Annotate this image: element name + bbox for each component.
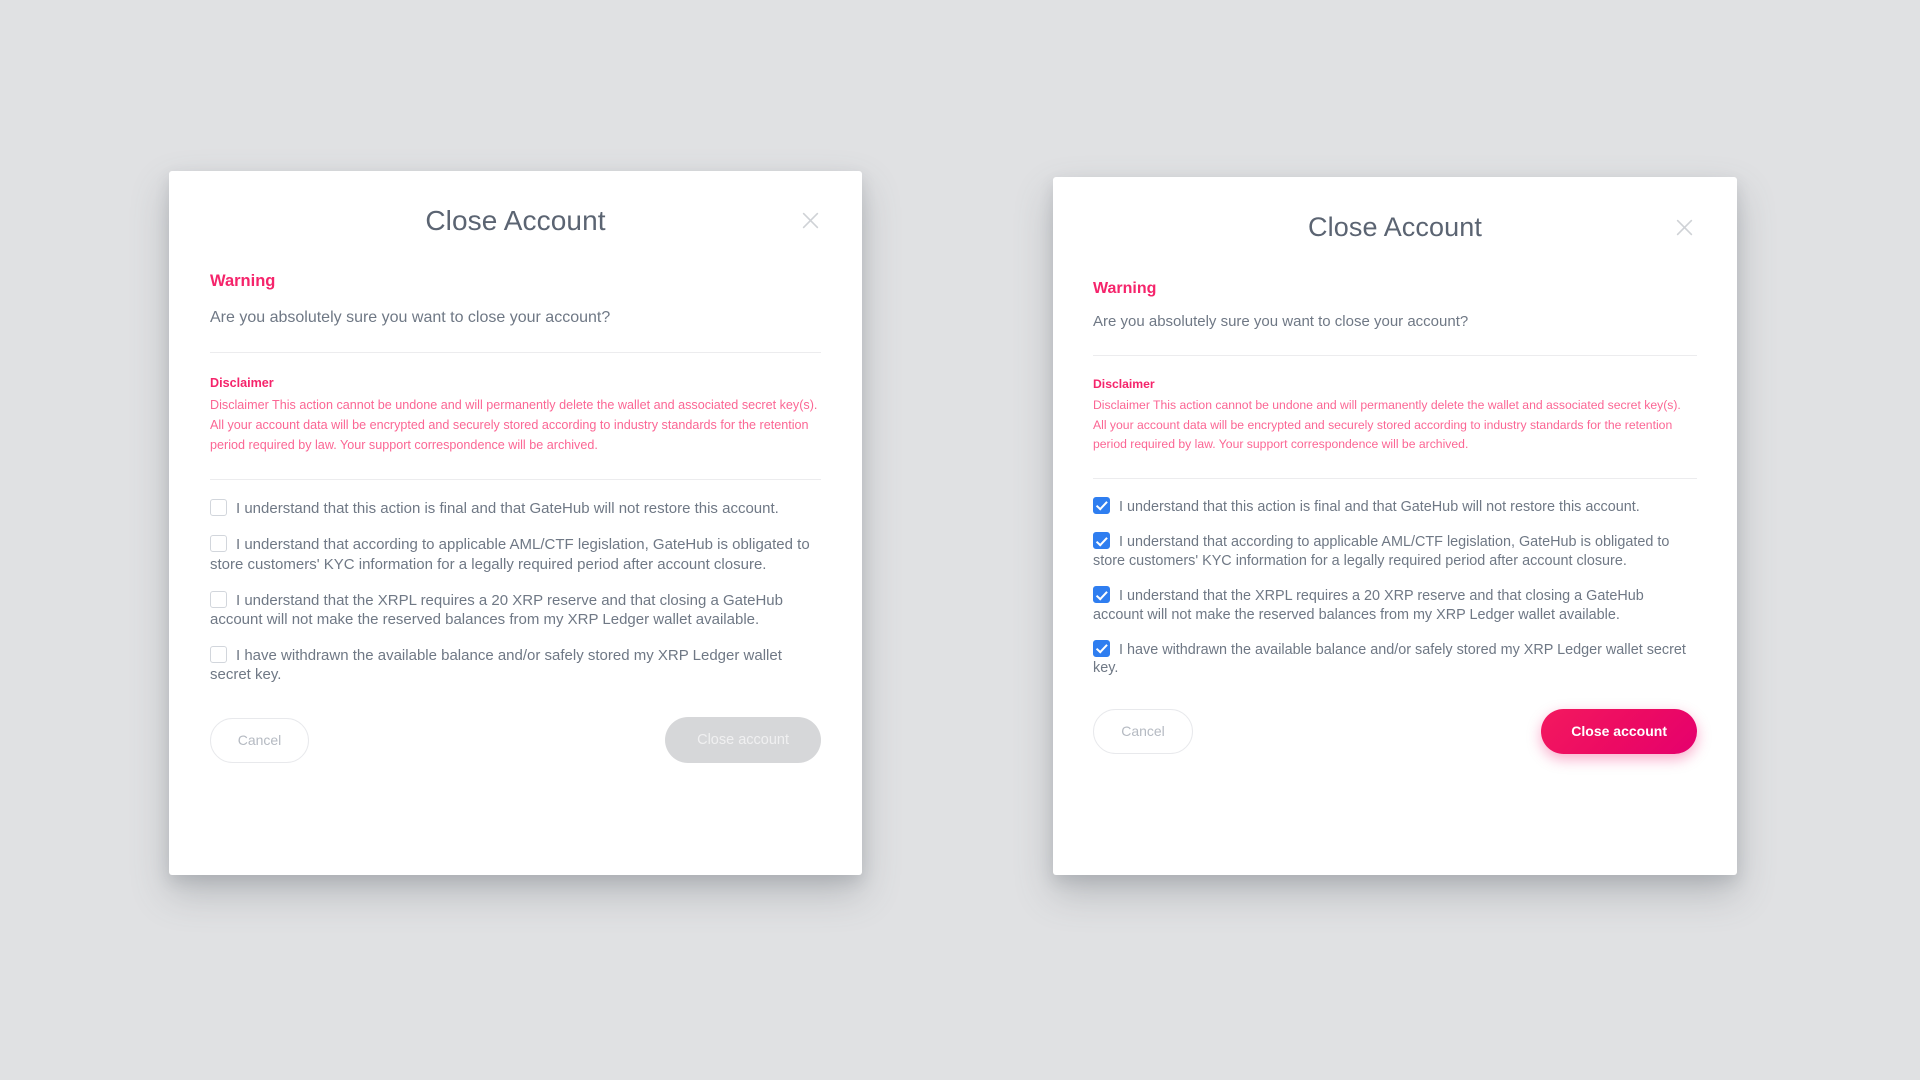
cancel-button[interactable]: Cancel bbox=[210, 717, 309, 763]
consent-checkbox-list: I understand that this action is final a… bbox=[210, 480, 821, 684]
checkbox-icon-checked[interactable] bbox=[1093, 496, 1110, 514]
screen-background: Close Account Warning Are you absolutely… bbox=[0, 0, 1920, 1080]
consent-label-3: I understand that the XRPL requires a 20… bbox=[210, 591, 783, 628]
warning-section: Warning Are you absolutely sure you want… bbox=[1093, 277, 1697, 332]
dialog-footer: Cancel Close account bbox=[210, 684, 821, 764]
checkbox-icon-checked[interactable] bbox=[1093, 532, 1110, 550]
dialog-header: Close Account bbox=[1093, 177, 1697, 277]
disclaimer-section: Disclaimer Disclaimer This action cannot… bbox=[1093, 356, 1697, 454]
checkbox-icon-unchecked[interactable] bbox=[210, 535, 227, 553]
consent-label-3: I understand that the XRPL requires a 20… bbox=[1093, 588, 1644, 623]
consent-checkbox-1[interactable]: I understand that this action is final a… bbox=[1093, 496, 1697, 516]
warning-question: Are you absolutely sure you want to clos… bbox=[210, 308, 611, 326]
cancel-button[interactable]: Cancel bbox=[1093, 708, 1193, 754]
consent-label-2: I understand that according to applicabl… bbox=[210, 536, 810, 573]
close-account-button-disabled: Close account bbox=[665, 717, 821, 764]
checkbox-icon-unchecked[interactable] bbox=[210, 590, 227, 608]
dialog-title: Close Account bbox=[1308, 211, 1482, 242]
consent-checkbox-1[interactable]: I understand that this action is final a… bbox=[210, 499, 821, 518]
consent-checkbox-4[interactable]: I have withdrawn the available balance a… bbox=[210, 646, 821, 684]
checkbox-icon-checked[interactable] bbox=[1093, 586, 1110, 604]
warning-question: Are you absolutely sure you want to clos… bbox=[1093, 313, 1469, 331]
close-icon[interactable] bbox=[1667, 210, 1701, 244]
warning-section: Warning Are you absolutely sure you want… bbox=[210, 270, 821, 328]
consent-label-1: I understand that this action is final a… bbox=[236, 500, 779, 518]
dialog-header: Close Account bbox=[210, 171, 821, 270]
consent-label-2: I understand that according to applicabl… bbox=[1093, 534, 1670, 569]
checkbox-icon-unchecked[interactable] bbox=[210, 646, 227, 664]
consent-checkbox-3[interactable]: I understand that the XRPL requires a 20… bbox=[210, 590, 821, 629]
consent-checkbox-2[interactable]: I understand that according to applicabl… bbox=[210, 535, 821, 573]
disclaimer-body: Disclaimer This action cannot be undone … bbox=[1093, 398, 1681, 452]
warning-heading: Warning bbox=[1093, 280, 1157, 297]
consent-checkbox-4[interactable]: I have withdrawn the available balance a… bbox=[1093, 640, 1697, 678]
consent-label-1: I understand that this action is final a… bbox=[1119, 498, 1640, 515]
warning-heading: Warning bbox=[210, 272, 276, 290]
checkbox-icon-checked[interactable] bbox=[1093, 640, 1110, 658]
consent-checkbox-list: I understand that this action is final a… bbox=[1093, 479, 1697, 678]
disclaimer-heading: Disclaimer bbox=[210, 376, 274, 391]
consent-label-4: I have withdrawn the available balance a… bbox=[1093, 642, 1686, 677]
dialog-footer: Cancel Close account bbox=[1093, 678, 1697, 754]
consent-checkbox-3[interactable]: I understand that the XRPL requires a 20… bbox=[1093, 586, 1697, 624]
close-account-button[interactable]: Close account bbox=[1541, 708, 1697, 754]
consent-label-4: I have withdrawn the available balance a… bbox=[210, 647, 782, 684]
disclaimer-section: Disclaimer Disclaimer This action cannot… bbox=[210, 353, 821, 455]
checkbox-icon-unchecked[interactable] bbox=[210, 499, 227, 517]
disclaimer-body: Disclaimer This action cannot be undone … bbox=[210, 397, 818, 453]
close-account-dialog-checked: Close Account Warning Are you absolutely… bbox=[1053, 177, 1737, 875]
close-icon[interactable] bbox=[793, 204, 827, 238]
disclaimer-heading: Disclaimer bbox=[1093, 377, 1155, 392]
dialog-title: Close Account bbox=[425, 204, 606, 236]
close-account-dialog-unchecked: Close Account Warning Are you absolutely… bbox=[169, 171, 862, 875]
consent-checkbox-2[interactable]: I understand that according to applicabl… bbox=[1093, 532, 1697, 570]
